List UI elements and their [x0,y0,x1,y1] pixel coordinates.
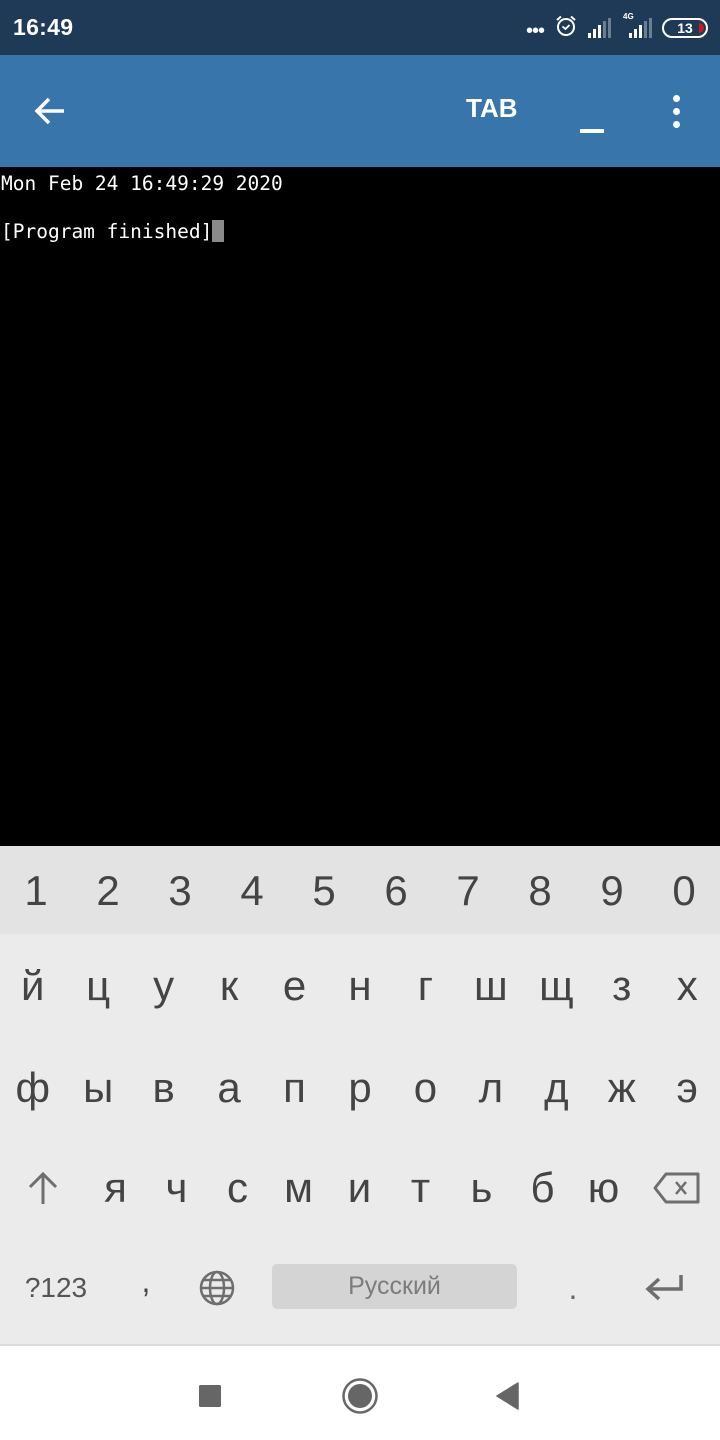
back-triangle-icon [496,1382,519,1410]
notification-dots-icon: ••• [525,19,545,42]
key-letter[interactable]: в [131,1038,196,1138]
key-letter[interactable]: т [390,1138,451,1238]
terminal-line-text: [Program finished] [1,220,213,243]
key-letter[interactable]: с [207,1138,268,1238]
cell-signal-4g-icon: 4G [621,12,652,38]
cell-signal-icon [588,18,611,38]
battery-level: 13 [677,20,693,36]
key-letter[interactable]: ь [451,1138,512,1238]
shift-arrow-up-icon [28,1171,57,1204]
key-letter[interactable]: м [268,1138,329,1238]
key-1[interactable]: 1 [0,846,72,934]
more-vertical-dot [672,107,680,115]
keyboard-row-1: й ц у к е н г ш щ з х [0,936,720,1036]
key-letter[interactable]: е [262,936,327,1036]
backspace-icon [653,1172,700,1204]
symbols-key[interactable]: ?123 [0,1238,112,1338]
key-letter[interactable]: а [196,1038,261,1138]
backspace-key[interactable] [634,1138,720,1238]
key-7[interactable]: 7 [432,846,504,934]
key-letter[interactable]: г [393,936,458,1036]
recents-button[interactable] [188,1374,232,1418]
system-back-button[interactable] [486,1374,530,1418]
app-bar: TAB [0,55,720,167]
key-8[interactable]: 8 [504,846,576,934]
keyboard-number-row: 1 2 3 4 5 6 7 8 9 0 [0,846,720,934]
back-button[interactable] [30,91,70,131]
arrow-left-icon [34,97,64,125]
navigation-bar [0,1344,720,1440]
more-vertical-dot [672,120,680,128]
terminal-line: Mon Feb 24 16:49:29 2020 [1,172,283,195]
key-letter[interactable]: п [262,1038,327,1138]
key-letter[interactable]: ч [146,1138,207,1238]
key-letter[interactable]: д [524,1038,589,1138]
comma-key[interactable]: , [112,1238,180,1338]
minus-key-button[interactable] [575,95,609,135]
key-letter[interactable]: ш [458,936,523,1036]
key-letter[interactable]: ю [573,1138,634,1238]
shift-key[interactable] [0,1138,85,1238]
key-letter[interactable]: у [131,936,196,1036]
key-letter[interactable]: щ [524,936,589,1036]
key-0[interactable]: 0 [648,846,720,934]
key-letter[interactable]: х [655,936,720,1036]
key-letter[interactable]: л [458,1038,523,1138]
globe-icon [199,1270,235,1306]
key-letter[interactable]: р [327,1038,392,1138]
tab-key-button[interactable]: TAB [466,93,518,124]
keyboard-row-3: я ч с м и т ь б ю [0,1138,720,1238]
key-4[interactable]: 4 [216,846,288,934]
language-switch-key[interactable] [180,1238,254,1338]
key-6[interactable]: 6 [360,846,432,934]
key-letter[interactable]: з [589,936,654,1036]
terminal-line: [Program finished] [1,220,225,244]
key-2[interactable]: 2 [72,846,144,934]
recents-square-icon [199,1385,221,1407]
battery-low-indicator [699,23,704,33]
home-circle-icon [342,1378,378,1414]
key-letter[interactable]: ц [65,936,130,1036]
space-key[interactable]: Русский [272,1264,517,1309]
keyboard-row-4: ?123 , Русский . [0,1238,720,1338]
key-letter[interactable]: н [327,936,392,1036]
key-letter[interactable]: ж [589,1038,654,1138]
key-letter[interactable]: о [393,1038,458,1138]
key-9[interactable]: 9 [576,846,648,934]
key-letter[interactable]: э [655,1038,720,1138]
terminal-cursor [212,220,225,242]
keyboard-row-2: ф ы в а п р о л д ж э [0,1038,720,1138]
key-5[interactable]: 5 [288,846,360,934]
alarm-clock-icon [554,14,578,43]
status-icons: ••• 4G 13 [526,12,708,44]
period-key[interactable]: . [540,1238,606,1338]
more-options-button[interactable] [664,91,688,131]
home-button[interactable] [338,1374,382,1418]
key-letter[interactable]: й [0,936,65,1036]
key-letter[interactable]: к [196,936,261,1036]
status-time: 16:49 [13,14,74,40]
more-vertical-icon [672,94,680,102]
network-type-label: 4G [623,12,634,21]
terminal-output[interactable]: Mon Feb 24 16:49:29 2020 [Program finish… [0,167,720,846]
keyboard: 1 2 3 4 5 6 7 8 9 0 й ц у к е н г ш щ з … [0,846,720,1344]
status-bar: 16:49 ••• 4G 13 [0,0,720,55]
enter-key[interactable] [616,1238,712,1338]
key-letter[interactable]: б [512,1138,573,1238]
key-letter[interactable]: ф [0,1038,65,1138]
underscore-icon [580,129,604,133]
key-letter[interactable]: ы [65,1038,130,1138]
battery-icon: 13 [662,18,708,38]
enter-return-icon [645,1275,683,1301]
key-letter[interactable]: и [329,1138,390,1238]
key-3[interactable]: 3 [144,846,216,934]
key-letter[interactable]: я [85,1138,146,1238]
